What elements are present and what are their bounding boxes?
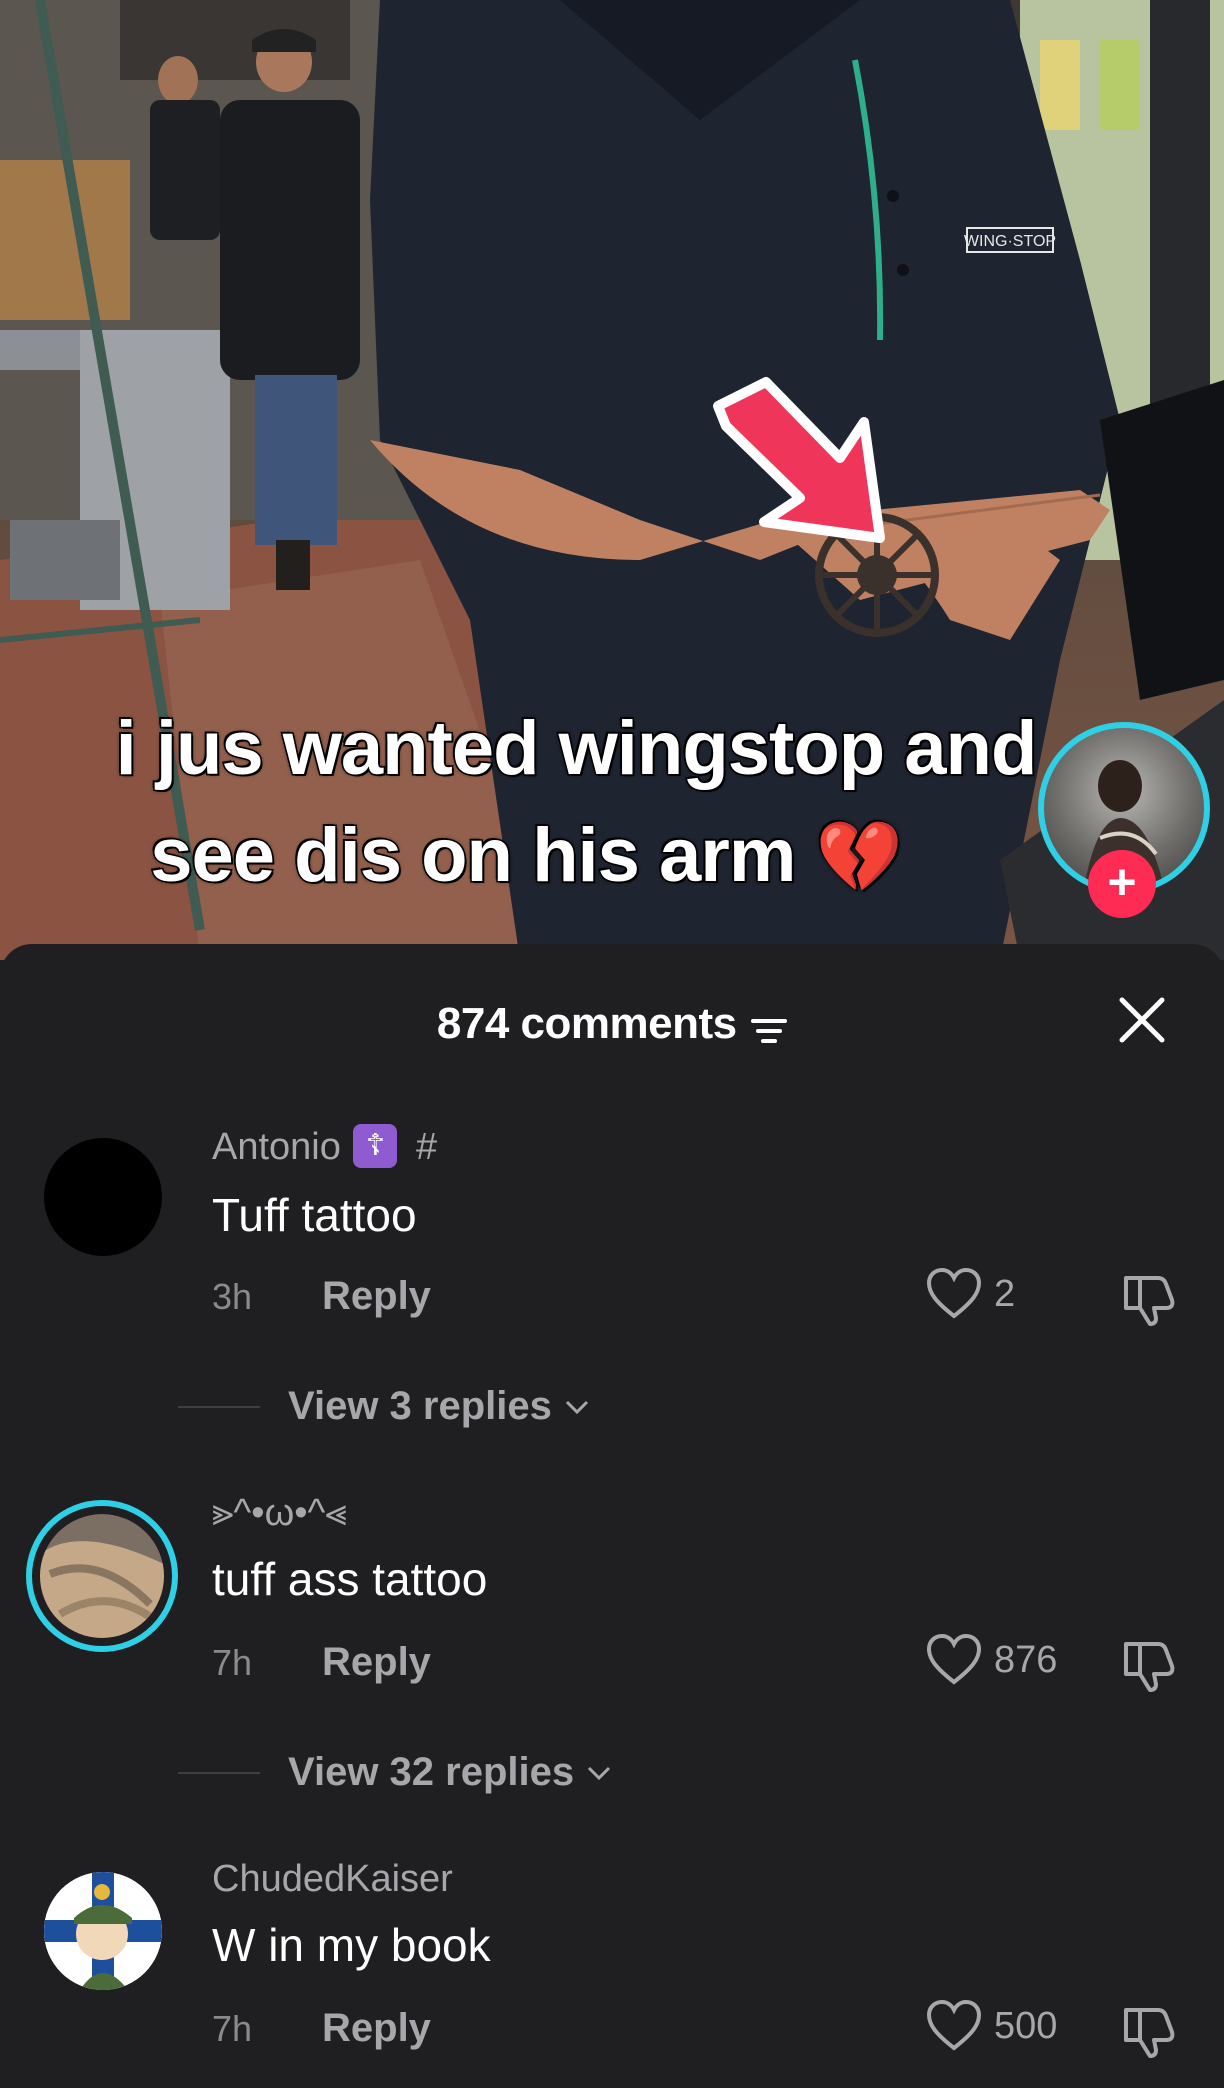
view-replies-button[interactable]: View 32 replies [178,1750,612,1795]
comment-text: Tuff tattoo [212,1189,417,1241]
like-button[interactable]: 500 [926,2000,1057,2052]
comment-time: 3h [212,1276,253,1317]
like-count: 876 [994,1638,1058,1681]
video-caption-line1: i jus wanted wingstop and [114,705,1039,793]
dislike-icon[interactable] [1120,2002,1178,2060]
comment-username[interactable]: ⪢^•ω•^⪡ [212,1492,347,1535]
comment-time: 7h [212,1642,253,1683]
comment-count: 874 comments [436,999,737,1048]
view-replies-label: View 3 replies [288,1384,552,1428]
dislike-icon[interactable] [1120,1636,1178,1694]
orthodox-cross-badge: ☦ [353,1123,398,1168]
view-replies-button[interactable]: View 3 replies [178,1384,590,1429]
broken-heart-emoji: 💔 [815,818,903,896]
avatar-image [44,1872,162,1990]
username-suffix: # [416,1126,438,1168]
reply-button[interactable]: Reply [322,1640,431,1685]
dislike-icon[interactable] [1120,1270,1178,1328]
comment-text: tuff ass tattoo [212,1553,488,1605]
avatar[interactable] [26,1500,178,1652]
avatar[interactable] [44,1872,162,1990]
username-text: Antonio [212,1126,341,1168]
comments-header: 874 comments [0,994,1224,1054]
like-count: 500 [994,2004,1058,2047]
filter-icon[interactable] [751,1016,788,1046]
chevron-down-icon [588,1766,611,1780]
video-player[interactable]: WING·STOP i jus wanted wingstop and see … [0,0,1224,960]
heart-icon [926,1268,982,1319]
view-replies-label: View 32 replies [288,1750,575,1794]
heart-icon [926,2000,982,2051]
close-icon[interactable] [1114,992,1170,1048]
follow-button[interactable]: + [1088,850,1156,918]
like-count: 2 [994,1272,1016,1315]
heart-icon [926,1634,982,1685]
comments-sheet: 874 comments Antonio ☦ # Tuff tattoo 3h … [0,944,1224,2088]
reply-button[interactable]: Reply [322,2006,431,2051]
divider [178,1771,260,1774]
comment-username[interactable]: Antonio ☦ # [212,1123,438,1169]
like-button[interactable]: 876 [926,1634,1057,1686]
avatar-image [40,1514,164,1638]
shirt-logo: WING·STOP [964,233,1056,250]
caption-text: see dis on his arm [149,812,798,900]
avatar[interactable] [44,1138,162,1256]
chevron-down-icon [565,1400,588,1414]
video-caption-line2: see dis on his arm 💔 [0,812,1138,900]
comment-text: W in my book [212,1919,491,1971]
like-button[interactable]: 2 [926,1268,1015,1320]
divider [178,1405,260,1408]
reply-button[interactable]: Reply [322,1274,431,1319]
comment-username[interactable]: ChudedKaiser [212,1858,453,1901]
comment-time: 7h [212,2008,253,2049]
